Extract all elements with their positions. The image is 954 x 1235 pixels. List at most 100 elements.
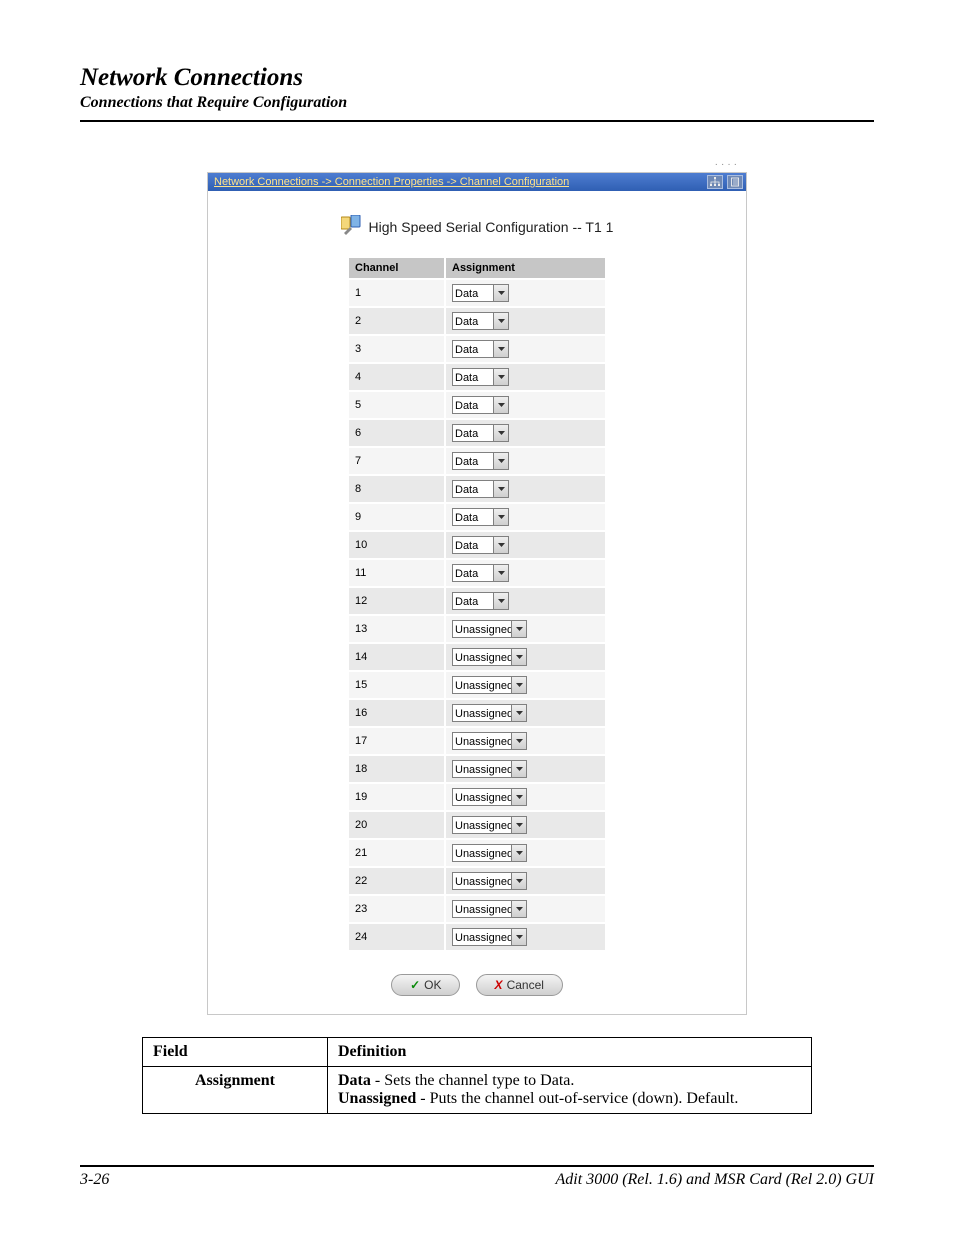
assignment-value: Data [453,453,493,469]
table-row: 24Unassigned [349,924,605,950]
assignment-value: Data [453,313,493,329]
def-header-definition: Definition [328,1038,812,1067]
assignment-value: Data [453,509,493,525]
chevron-down-icon [493,453,508,469]
assignment-select[interactable]: Unassigned [452,872,527,890]
assignment-cell: Data [446,476,605,502]
chevron-down-icon [493,341,508,357]
assignment-select[interactable]: Unassigned [452,732,527,750]
channel-cell: 17 [349,728,444,754]
chevron-down-icon [511,929,526,945]
breadcrumb[interactable]: Network Connections -> Connection Proper… [214,176,569,188]
chevron-down-icon [493,285,508,301]
assignment-select[interactable]: Data [452,368,509,386]
chevron-down-icon [511,677,526,693]
channel-cell: 3 [349,336,444,362]
chevron-down-icon [493,397,508,413]
assignment-cell: Unassigned [446,784,605,810]
sitemap-icon[interactable] [707,175,723,189]
table-row: 10Data [349,532,605,558]
assignment-select[interactable]: Unassigned [452,928,527,946]
assignment-cell: Data [446,504,605,530]
channel-cell: 15 [349,672,444,698]
assignment-value: Unassigned [453,649,511,665]
def-field-definition: Data - Sets the channel type to Data. Un… [328,1067,812,1114]
chevron-down-icon [493,509,508,525]
channel-cell: 13 [349,616,444,642]
assignment-select[interactable]: Data [452,284,509,302]
channel-cell: 11 [349,560,444,586]
assignment-select[interactable]: Unassigned [452,648,527,666]
assignment-select[interactable]: Unassigned [452,760,527,778]
table-row: 17 Unassigned [349,728,605,754]
chevron-down-icon [511,845,526,861]
ok-button-label: OK [424,978,441,992]
assignment-select[interactable]: Data [452,424,509,442]
assignment-select[interactable]: Unassigned [452,816,527,834]
channel-cell: 6 [349,420,444,446]
assignment-select[interactable]: Unassigned [452,788,527,806]
table-row: 5 Data [349,392,605,418]
table-row: 12 Data [349,588,605,614]
assignment-select[interactable]: Data [452,396,509,414]
table-row: 23 Unassigned [349,896,605,922]
channel-cell: 16 [349,700,444,726]
assignment-cell: Unassigned [446,644,605,670]
assignment-select[interactable]: Data [452,312,509,330]
column-header-channel: Channel [349,258,444,278]
page-subtitle: Connections that Require Configuration [80,94,874,116]
assignment-cell: Data [446,532,605,558]
assignment-select[interactable]: Unassigned [452,900,527,918]
assignment-select[interactable]: Data [452,536,509,554]
channel-cell: 14 [349,644,444,670]
column-header-assignment: Assignment [446,258,605,278]
channel-cell: 1 [349,280,444,306]
def-field-name: Assignment [143,1067,328,1114]
page-number: 3-26 [80,1171,109,1189]
table-row: 8Data [349,476,605,502]
assignment-select[interactable]: Data [452,480,509,498]
assignment-cell: Unassigned [446,868,605,894]
table-row: 2Data [349,308,605,334]
assignment-select[interactable]: Data [452,508,509,526]
assignment-select[interactable]: Data [452,592,509,610]
chevron-down-icon [511,621,526,637]
assignment-cell: Data [446,336,605,362]
cancel-button-label: Cancel [507,978,544,992]
channel-cell: 5 [349,392,444,418]
config-icon [341,215,363,238]
assignment-value: Data [453,369,493,385]
def-unassigned-text: - Puts the channel out-of-service (down)… [416,1090,738,1107]
channel-cell: 22 [349,868,444,894]
table-row: 1 Data [349,280,605,306]
ok-button[interactable]: ✓ OK [391,974,460,996]
channel-cell: 12 [349,588,444,614]
screenshot-container: ···· Network Connections -> Connection P… [207,172,747,1015]
assignment-cell: Data [446,448,605,474]
table-row: 4Data [349,364,605,390]
assignment-select[interactable]: Data [452,564,509,582]
window-titlebar: Network Connections -> Connection Proper… [208,173,746,191]
doc-title: Adit 3000 (Rel. 1.6) and MSR Card (Rel 2… [556,1171,874,1189]
assignment-select[interactable]: Unassigned [452,620,527,638]
assignment-select[interactable]: Data [452,340,509,358]
assignment-value: Data [453,341,493,357]
chevron-down-icon [493,565,508,581]
chevron-down-icon [511,705,526,721]
assignment-select[interactable]: Unassigned [452,704,527,722]
cancel-button[interactable]: X Cancel [476,974,563,996]
assignment-cell: Data [446,308,605,334]
assignment-value: Unassigned [453,677,511,693]
assignment-select[interactable]: Unassigned [452,676,527,694]
assignment-value: Data [453,397,493,413]
panel-title-row: High Speed Serial Configuration -- T1 1 [208,215,746,238]
assignment-select[interactable]: Unassigned [452,844,527,862]
page-icon[interactable] [727,175,743,189]
channel-cell: 23 [349,896,444,922]
table-row: 3 Data [349,336,605,362]
channel-cell: 9 [349,504,444,530]
assignment-cell: Unassigned [446,672,605,698]
table-row: 11 Data [349,560,605,586]
assignment-cell: Unassigned [446,616,605,642]
assignment-select[interactable]: Data [452,452,509,470]
